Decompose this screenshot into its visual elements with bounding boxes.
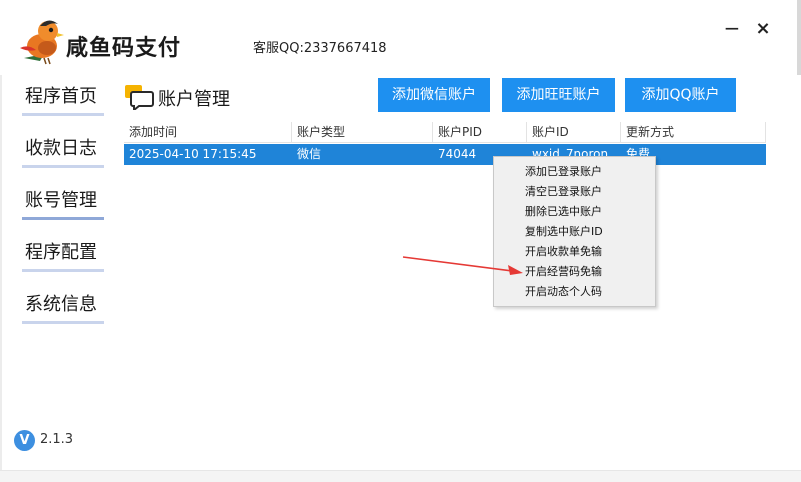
version-badge-icon: V (14, 430, 35, 451)
page-title: 账户管理 (158, 89, 230, 110)
column-header-account-pid[interactable]: 账户PID (433, 122, 527, 143)
app-title: 咸鱼码支付 (66, 36, 182, 61)
table-row[interactable]: 2025-04-10 17:15:45 微信 74044 wxid_7noron… (124, 144, 766, 165)
sidebar-item-underline (22, 217, 104, 220)
red-arrow-annotation-icon (402, 256, 523, 275)
sidebar-item-home[interactable]: 程序首页 (22, 84, 104, 118)
column-header-account-id[interactable]: 账户ID (527, 122, 621, 143)
support-qq-label: 客服QQ:2337667418 (253, 41, 387, 56)
window-edge (797, 0, 801, 75)
add-qq-account-button[interactable]: 添加QQ账户 (625, 78, 736, 112)
sidebar-item-program-config[interactable]: 程序配置 (22, 240, 104, 274)
sidebar-item-underline (22, 321, 104, 324)
table-header: 添加时间 账户类型 账户PID 账户ID 更新方式 (124, 122, 766, 143)
sidebar-item-underline (22, 269, 104, 272)
version-label: 2.1.3 (40, 432, 74, 447)
sidebar-item-underline (22, 113, 104, 116)
sidebar-item-label: 程序首页 (25, 86, 97, 107)
accounts-table: 添加时间 账户类型 账户PID 账户ID 更新方式 2025-04-10 17:… (124, 122, 766, 452)
menu-item-clear-logged-in-accounts[interactable]: 清空已登录账户 (494, 182, 655, 202)
sidebar-item-label: 账号管理 (25, 190, 97, 211)
column-header-update-mode[interactable]: 更新方式 (621, 122, 766, 143)
add-wangwang-account-button[interactable]: 添加旺旺账户 (502, 78, 615, 112)
add-wechat-account-button[interactable]: 添加微信账户 (378, 78, 490, 112)
column-header-add-time[interactable]: 添加时间 (124, 122, 292, 143)
sidebar-item-label: 程序配置 (25, 242, 97, 263)
minimize-button[interactable]: − (723, 18, 741, 40)
cell-add-time: 2025-04-10 17:15:45 (129, 147, 257, 161)
menu-item-delete-selected-account[interactable]: 删除已选中账户 (494, 202, 655, 222)
sidebar-item-underline (22, 165, 104, 168)
sidebar-item-label: 系统信息 (25, 294, 97, 315)
cell-account-type: 微信 (297, 147, 322, 161)
sidebar-item-system-info[interactable]: 系统信息 (22, 292, 104, 326)
column-header-account-type[interactable]: 账户类型 (292, 122, 433, 143)
menu-item-add-logged-in-account[interactable]: 添加已登录账户 (494, 162, 655, 182)
context-menu: 添加已登录账户 清空已登录账户 删除已选中账户 复制选中账户ID 开启收款单免输… (493, 156, 656, 307)
sidebar-item-account-management[interactable]: 账号管理 (22, 188, 104, 222)
bottom-edge (0, 470, 801, 482)
menu-item-enable-dynamic-personal-code[interactable]: 开启动态个人码 (494, 282, 655, 302)
chat-bubble-icon (125, 85, 154, 110)
bird-logo-icon (20, 20, 64, 65)
menu-item-copy-account-id[interactable]: 复制选中账户ID (494, 222, 655, 242)
window-left-edge (0, 75, 2, 475)
sidebar-item-payment-log[interactable]: 收款日志 (22, 136, 104, 170)
close-button[interactable]: × (754, 18, 772, 40)
sidebar-item-label: 收款日志 (25, 138, 97, 159)
